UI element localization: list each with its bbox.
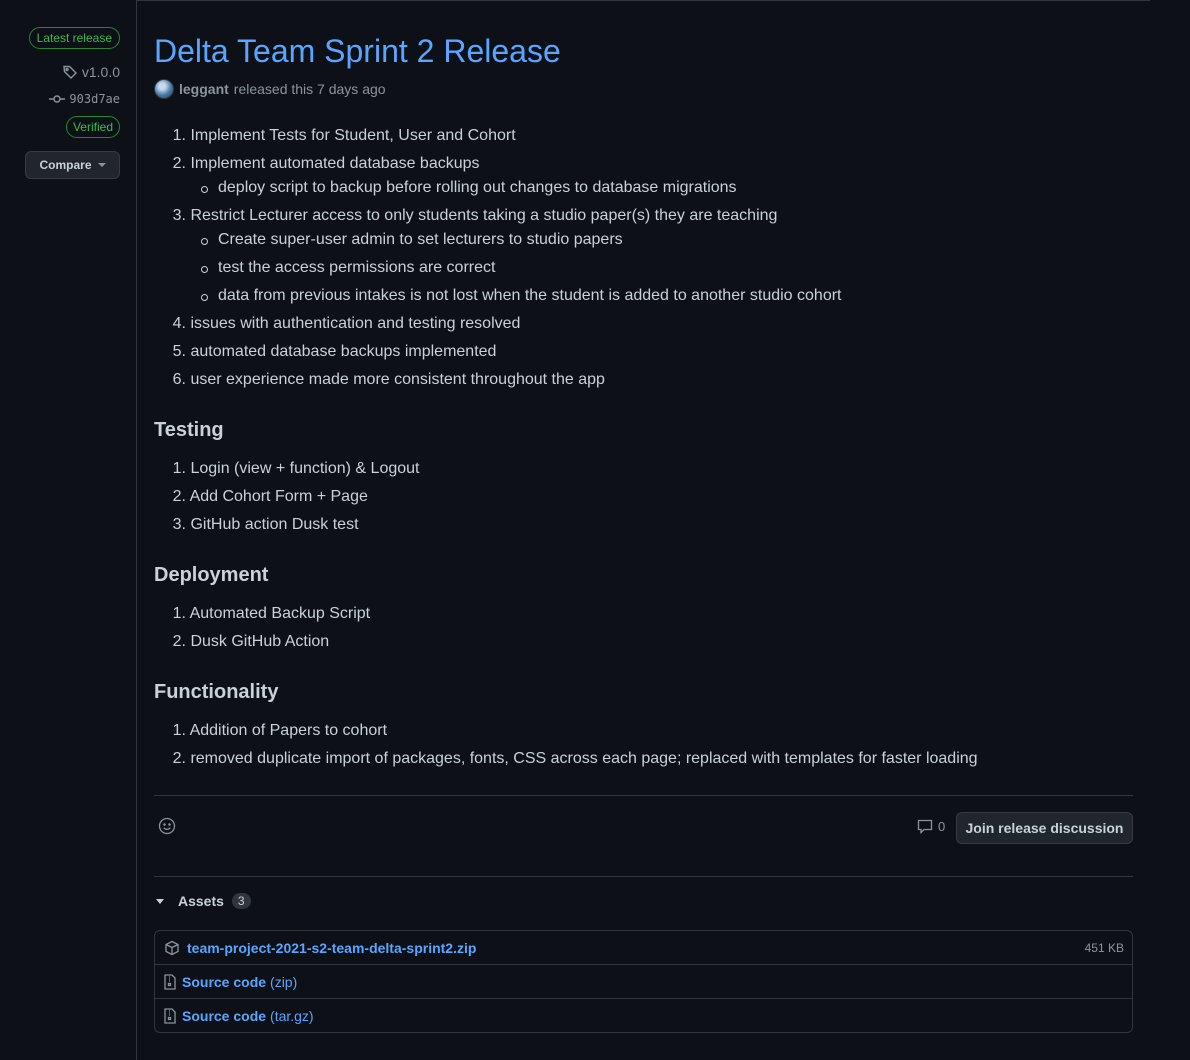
chevron-down-icon bbox=[97, 163, 106, 167]
bullet bbox=[201, 238, 208, 245]
commit-sha: 903d7ae bbox=[69, 92, 120, 106]
testing-heading: Testing bbox=[154, 419, 224, 441]
file-zip-icon bbox=[164, 1007, 176, 1024]
list-item: 1. Addition of Papers to cohort bbox=[172, 722, 388, 739]
asset-row: Source code (tar.gz) bbox=[155, 998, 1132, 1032]
asset-download-link[interactable]: team-project-2021-s2-team-delta-sprint2.… bbox=[187, 940, 476, 956]
comment-icon bbox=[917, 819, 933, 834]
compare-label: Compare bbox=[39, 158, 92, 172]
bullet bbox=[201, 294, 208, 301]
verified-badge[interactable]: Verified bbox=[65, 116, 120, 138]
sub-list-item: data from previous intakes is not lost w… bbox=[201, 287, 841, 305]
tag-label: v1.0.0 bbox=[81, 64, 120, 80]
assets-count-badge: 3 bbox=[231, 893, 251, 909]
functionality-heading: Functionality bbox=[154, 681, 279, 703]
assets-label: Assets bbox=[178, 893, 224, 909]
list-item: 1. Login (view + function) & Logout bbox=[172, 460, 420, 477]
asset-row: Source code (zip) bbox=[155, 964, 1132, 998]
compare-button[interactable]: Compare bbox=[25, 151, 120, 179]
source-code-targz-link[interactable]: Source code (tar.gz) bbox=[182, 1008, 314, 1024]
list-item: 2. Implement automated database backups bbox=[172, 155, 480, 172]
list-item: 2. removed duplicate import of packages,… bbox=[172, 750, 978, 767]
list-item: 1. Implement Tests for Student, User and… bbox=[172, 127, 516, 144]
sidebar-divider bbox=[136, 0, 137, 1060]
tag-icon bbox=[63, 65, 77, 79]
top-divider bbox=[137, 0, 1150, 1]
commit-icon bbox=[49, 95, 66, 103]
triangle-down-icon bbox=[156, 898, 164, 904]
list-item: 4. issues with authentication and testin… bbox=[172, 315, 521, 332]
sub-list-item: Create super-user admin to set lecturers… bbox=[201, 231, 623, 249]
source-code-zip-link[interactable]: Source code (zip) bbox=[182, 974, 297, 990]
list-item: 3. Restrict Lecturer access to only stud… bbox=[172, 207, 778, 224]
footer-divider bbox=[154, 795, 1133, 796]
release-meta: leggant released this 7 days ago bbox=[154, 79, 386, 99]
sub-list-item: deploy script to backup before rolling o… bbox=[201, 179, 737, 197]
release-sidebar: Latest release v1.0.0 903d7ae Verified C… bbox=[0, 0, 136, 1060]
deployment-heading: Deployment bbox=[154, 564, 269, 586]
released-text: released this 7 days ago bbox=[233, 81, 386, 97]
sub-list-item: test the access permissions are correct bbox=[201, 259, 495, 277]
avatar[interactable] bbox=[154, 79, 174, 99]
list-item: 5. automated database backups implemente… bbox=[172, 343, 497, 360]
assets-toggle[interactable]: Assets 3 bbox=[156, 893, 251, 909]
asset-size: 451 KB bbox=[1084, 940, 1124, 955]
list-item: 2. Add Cohort Form + Page bbox=[172, 488, 368, 505]
package-icon bbox=[165, 940, 179, 955]
list-item: 6. user experience made more consistent … bbox=[172, 371, 605, 388]
latest-release-badge: Latest release bbox=[28, 27, 120, 49]
join-release-discussion-button[interactable]: Join release discussion bbox=[956, 812, 1133, 844]
comments-count[interactable]: 0 bbox=[917, 818, 945, 834]
file-zip-icon bbox=[164, 973, 176, 990]
commit-link[interactable]: 903d7ae bbox=[49, 91, 120, 107]
assets-list: team-project-2021-s2-team-delta-sprint2.… bbox=[154, 930, 1133, 1033]
author-link[interactable]: leggant bbox=[179, 81, 229, 97]
bullet bbox=[201, 266, 208, 273]
comment-count: 0 bbox=[938, 818, 946, 834]
bullet bbox=[201, 186, 208, 193]
assets-divider bbox=[154, 876, 1133, 877]
tag-link[interactable]: v1.0.0 bbox=[62, 64, 120, 80]
release-title[interactable]: Delta Team Sprint 2 Release bbox=[154, 31, 561, 71]
add-reaction-smiley-icon[interactable] bbox=[158, 817, 176, 835]
list-item: 3. GitHub action Dusk test bbox=[172, 516, 359, 533]
list-item: 2. Dusk GitHub Action bbox=[172, 633, 330, 650]
asset-row: team-project-2021-s2-team-delta-sprint2.… bbox=[155, 931, 1132, 964]
list-item: 1. Automated Backup Script bbox=[172, 605, 371, 622]
